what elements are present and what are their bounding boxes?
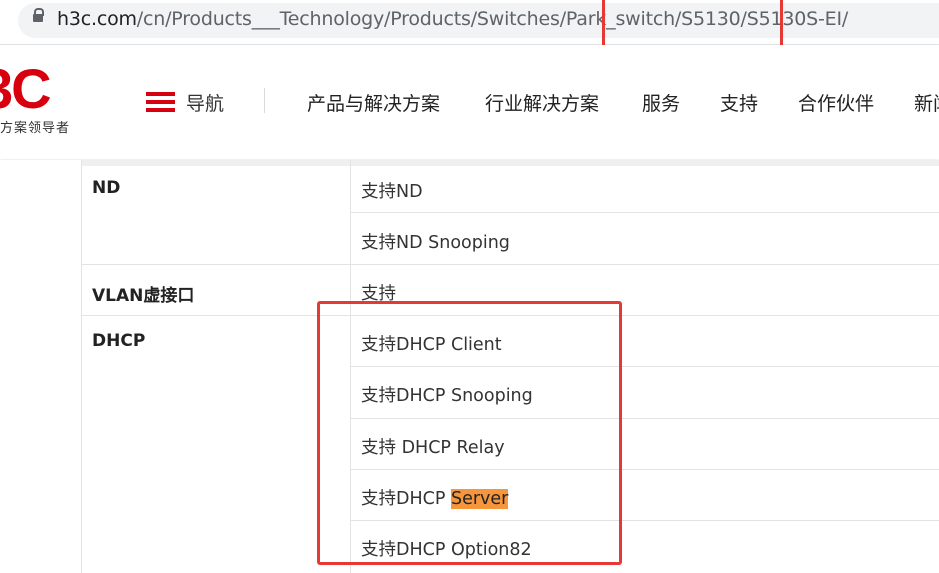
- logo-slogan: 方案领导者: [0, 121, 71, 136]
- table-top-strip: [81, 160, 939, 166]
- h3c-logo[interactable]: 3C: [0, 61, 52, 117]
- browser-address-bar: h3c.com/cn/Products___Technology/Product…: [0, 0, 939, 45]
- nav-divider: [264, 88, 265, 113]
- nav-item-service[interactable]: 服务: [642, 89, 680, 116]
- row-divider: [350, 212, 939, 213]
- site-header: 3C 方案领导者 导航 产品与解决方案 行业解决方案 服务 支持 合作伙伴 新闻: [0, 45, 939, 159]
- nav-menu-label: 导航: [186, 93, 225, 115]
- value-cell: 支持ND Snooping: [361, 233, 510, 253]
- feature-label-dhcp: DHCP: [92, 331, 146, 351]
- nav-item-products[interactable]: 产品与解决方案: [307, 89, 440, 116]
- feature-label-vlan: VLAN虚接口: [92, 286, 195, 306]
- feature-label-nd: ND: [92, 178, 121, 198]
- url-host: h3c.com: [57, 8, 137, 30]
- nav-item-partners[interactable]: 合作伙伴: [798, 89, 874, 116]
- row-divider: [81, 264, 939, 265]
- lock-icon[interactable]: [33, 8, 44, 25]
- value-cell: 支持ND: [361, 182, 423, 202]
- nav-menu-button[interactable]: 导航: [146, 91, 226, 115]
- nav-item-industry[interactable]: 行业解决方案: [485, 89, 599, 116]
- annotation-box-dhcp: [317, 301, 622, 565]
- nav-item-support[interactable]: 支持: [720, 89, 758, 116]
- nav-item-news[interactable]: 新闻: [914, 89, 939, 116]
- hamburger-icon: [146, 92, 175, 112]
- table-left-border: [81, 160, 82, 573]
